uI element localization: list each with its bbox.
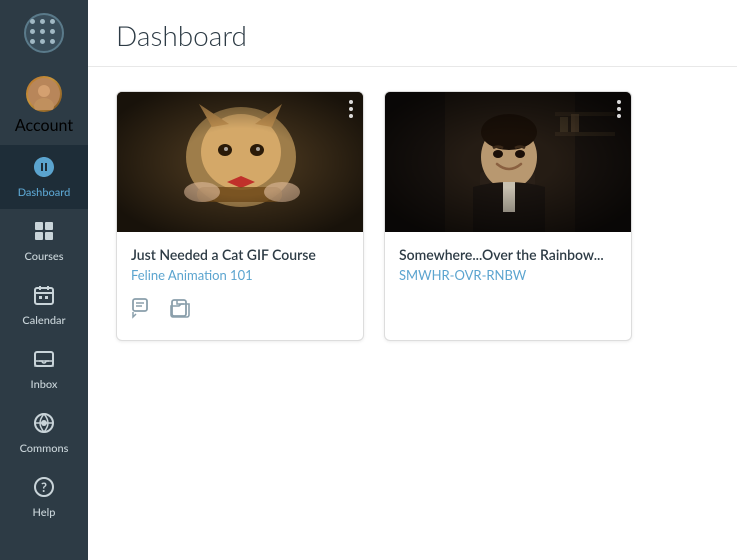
sidebar-item-label: Commons (20, 442, 69, 455)
thumbnail-image-cat (117, 92, 363, 232)
files-icon[interactable] (169, 297, 191, 324)
calendar-icon (32, 283, 56, 310)
dashboard-cards: Just Needed a Cat GIF Course Feline Anim… (88, 67, 737, 365)
inbox-icon (32, 347, 56, 374)
card-subtitle-cat: Feline Animation 101 (131, 267, 349, 283)
card-actions-cat (131, 297, 349, 324)
sidebar-item-label: Calendar (22, 314, 65, 327)
page-header: Dashboard (88, 0, 737, 67)
svg-text:?: ? (41, 479, 47, 495)
card-title-rainbow: Somewhere...Over the Rainbow... (399, 246, 617, 263)
card-title-cat: Just Needed a Cat GIF Course (131, 246, 349, 263)
card-menu-button-rainbow[interactable] (617, 100, 621, 118)
course-card-cat[interactable]: Just Needed a Cat GIF Course Feline Anim… (116, 91, 364, 341)
sidebar-item-label: Courses (24, 250, 63, 263)
dashboard-icon (32, 155, 56, 182)
sidebar-item-label: Inbox (31, 378, 58, 391)
page-title: Dashboard (116, 18, 709, 52)
course-card-rainbow[interactable]: Somewhere...Over the Rainbow... SMWHR-OV… (384, 91, 632, 341)
card-subtitle-rainbow: SMWHR-OVR-RNBW (399, 267, 617, 283)
card-thumbnail-rainbow (385, 92, 631, 232)
sidebar-item-label: Dashboard (18, 186, 71, 199)
courses-icon (32, 219, 56, 246)
avatar (26, 76, 62, 112)
commons-icon (32, 411, 56, 438)
sidebar-item-commons[interactable]: Commons (0, 401, 88, 465)
sidebar-item-label: Help (33, 506, 56, 519)
discussion-icon[interactable] (131, 297, 153, 324)
sidebar: Account Dashboard Courses (0, 0, 88, 560)
sidebar-item-inbox[interactable]: Inbox (0, 337, 88, 401)
card-thumbnail-cat (117, 92, 363, 232)
sidebar-item-calendar[interactable]: Calendar (0, 273, 88, 337)
sidebar-item-label: Account (15, 116, 73, 135)
card-menu-button-cat[interactable] (349, 100, 353, 118)
sidebar-item-help[interactable]: ? Help (0, 465, 88, 529)
help-icon: ? (32, 475, 56, 502)
card-body-cat: Just Needed a Cat GIF Course Feline Anim… (117, 232, 363, 340)
card-body-rainbow: Somewhere...Over the Rainbow... SMWHR-OV… (385, 232, 631, 313)
app-logo (0, 0, 88, 66)
sidebar-item-dashboard[interactable]: Dashboard (0, 145, 88, 209)
sidebar-item-courses[interactable]: Courses (0, 209, 88, 273)
sidebar-item-account[interactable]: Account (0, 66, 88, 145)
main-content: Dashboard (88, 0, 737, 560)
